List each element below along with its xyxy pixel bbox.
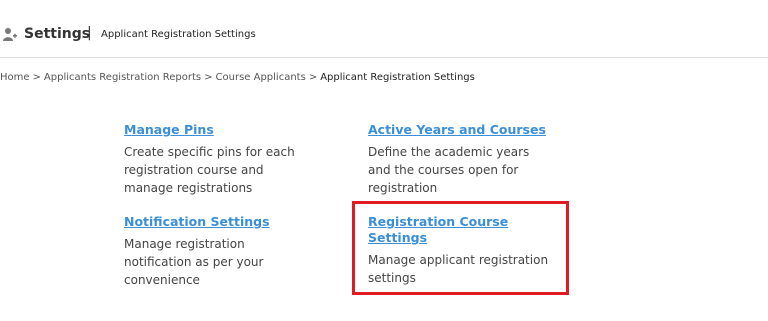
page-header: Settings | Applicant Registration Settin…: [0, 0, 768, 58]
breadcrumb-course-applicants[interactable]: Course Applicants: [216, 72, 306, 83]
active-years-description: Define the academic years and the course…: [368, 145, 530, 195]
user-settings-icon: [2, 27, 18, 43]
manage-pins-card: Manage Pins Create specific pins for eac…: [124, 122, 314, 197]
breadcrumb-separator: >: [308, 72, 318, 83]
breadcrumb-separator: >: [32, 72, 41, 83]
page-title: Settings: [24, 26, 91, 42]
active-years-courses-link[interactable]: Active Years and Courses: [368, 122, 548, 138]
notification-settings-link[interactable]: Notification Settings: [124, 214, 304, 230]
notification-settings-description: Manage registration notification as per …: [124, 237, 264, 287]
page-subtitle: Applicant Registration Settings: [101, 29, 256, 40]
breadcrumb-separator: >: [204, 72, 213, 83]
breadcrumb: Home > Applicants Registration Reports > Cou…: [0, 72, 475, 86]
active-years-card: Active Years and Courses Define the acad…: [368, 122, 548, 197]
breadcrumb-current: Applicant Registration Settings: [320, 72, 475, 83]
title-separator: |: [87, 25, 92, 41]
notification-settings-card: Notification Settings Manage registratio…: [124, 214, 304, 289]
breadcrumb-home[interactable]: Home: [0, 72, 30, 83]
highlight-box: [352, 201, 569, 295]
manage-pins-link[interactable]: Manage Pins: [124, 122, 314, 138]
manage-pins-description: Create specific pins for each registrati…: [124, 145, 295, 195]
breadcrumb-registration-reports[interactable]: Applicants Registration Reports: [44, 72, 201, 83]
